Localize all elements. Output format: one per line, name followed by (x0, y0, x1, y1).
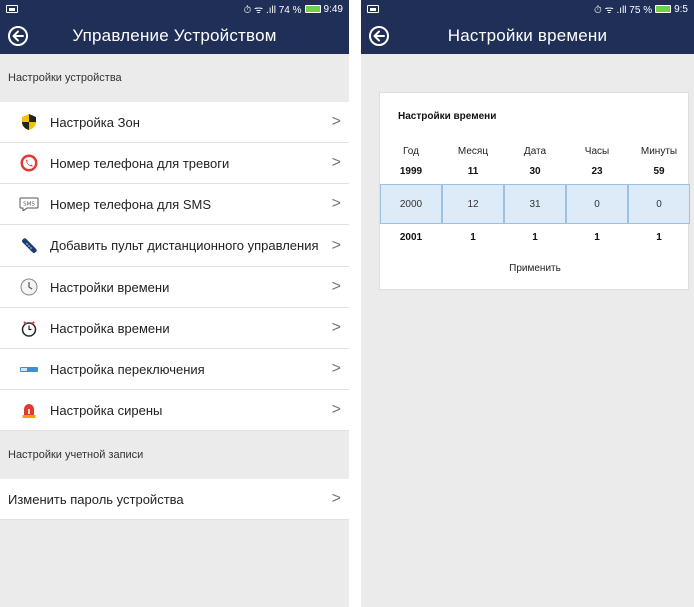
back-arrow-icon (12, 30, 24, 42)
menu-item-label: Настройка сирены (50, 402, 163, 418)
column-header-year: Год (403, 145, 419, 157)
minutes-option[interactable]: 1 (628, 232, 690, 243)
year-selected[interactable]: 2000 (380, 184, 442, 224)
battery-icon (304, 5, 321, 13)
stopwatch-icon (18, 317, 40, 339)
image-notification-icon (367, 5, 379, 13)
title-bar: Настройки времени (361, 18, 694, 54)
menu-item-alarm-phone[interactable]: Номер телефона для тревоги > (0, 143, 349, 184)
status-time: 9:49 (323, 3, 343, 15)
device-settings-list: Настройка Зон > Номер телефона для трево… (0, 102, 349, 431)
chevron-right-icon: > (331, 236, 341, 254)
menu-item-sms-phone[interactable]: SMS Номер телефона для SMS > (0, 184, 349, 225)
menu-item-switch-setup[interactable]: Настройка переключения > (0, 349, 349, 390)
column-header-hours: Часы (584, 145, 610, 157)
time-settings-screen: ⏱ ᯤ .ıll 75 % 9:5 Настройки времени Наст… (361, 0, 694, 607)
page-title: Настройки времени (447, 26, 608, 45)
month-option[interactable]: 1 (442, 232, 504, 243)
chevron-right-icon: > (331, 490, 341, 507)
picker-row-previous: 1999 11 30 23 59 (380, 161, 690, 181)
menu-item-label: Номер телефона для тревоги (50, 155, 230, 171)
column-header-month: Месяц (457, 145, 489, 157)
shield-icon (18, 111, 40, 133)
section-device-settings: Настройки устройства (0, 54, 349, 102)
status-indicators: ⏱ ᯤ .ıll 75 % (594, 5, 653, 16)
menu-item-label: Настройка переключения (50, 361, 205, 377)
menu-item-label: Настройка времени (50, 320, 170, 336)
battery-icon (655, 5, 672, 13)
status-bar: ⏱ ᯤ .ıll 75 % 9:5 (361, 0, 694, 18)
phone-icon (18, 152, 40, 174)
menu-item-add-remote[interactable]: Добавить пульт дистанционного управления… (0, 225, 349, 267)
chevron-right-icon: > (331, 401, 341, 418)
picker-row-next: 2001 1 1 1 1 (380, 227, 690, 247)
chevron-right-icon: > (331, 154, 341, 171)
back-button[interactable] (369, 26, 389, 46)
clock-icon (18, 276, 40, 298)
column-header-date: Дата (523, 145, 547, 157)
time-picker-card: Настройки времени Год Месяц Дата Часы Ми… (379, 92, 690, 290)
status-bar: ⏱ ᯤ .ıll 74 % 9:49 (0, 0, 349, 18)
status-time: 9:5 (674, 3, 688, 15)
switch-icon (18, 358, 40, 380)
menu-item-label: Номер телефона для SMS (50, 196, 211, 212)
menu-item-zones[interactable]: Настройка Зон > (0, 102, 349, 143)
image-notification-icon (6, 5, 18, 13)
chevron-right-icon: > (331, 113, 341, 130)
menu-item-label: Изменить пароль устройства (8, 491, 184, 507)
account-settings-list: Изменить пароль устройства > (0, 479, 349, 520)
remote-icon (18, 235, 40, 257)
date-time-picker: Год Месяц Дата Часы Минуты 1999 11 30 23… (380, 141, 690, 247)
year-option[interactable]: 2001 (380, 232, 442, 243)
status-indicators: ⏱ ᯤ .ıll 74 % (243, 5, 302, 16)
month-selected[interactable]: 12 (442, 184, 504, 224)
siren-icon (18, 399, 40, 421)
svg-text:SMS: SMS (23, 202, 35, 208)
sms-icon: SMS (18, 193, 40, 215)
chevron-right-icon: > (331, 278, 341, 295)
minutes-selected[interactable]: 0 (628, 184, 690, 224)
chevron-right-icon: > (331, 195, 341, 212)
menu-item-time-settings[interactable]: Настройки времени > (0, 267, 349, 308)
date-option[interactable]: 1 (504, 232, 566, 243)
hours-option[interactable]: 23 (566, 166, 628, 177)
page-title: Управление Устройством (72, 26, 277, 45)
menu-item-label: Добавить пульт дистанционного управления (50, 238, 319, 253)
card-title: Настройки времени (398, 111, 497, 122)
picker-column-headers: Год Месяц Дата Часы Минуты (380, 141, 690, 161)
menu-item-change-password[interactable]: Изменить пароль устройства > (0, 479, 349, 520)
minutes-option[interactable]: 59 (628, 166, 690, 177)
picker-row-selected: 2000 12 31 0 0 (380, 184, 690, 224)
back-button[interactable] (8, 26, 28, 46)
menu-item-label: Настройка Зон (50, 114, 140, 130)
hours-selected[interactable]: 0 (566, 184, 628, 224)
device-management-screen: ⏱ ᯤ .ıll 74 % 9:49 Управление Устройство… (0, 0, 349, 607)
menu-item-time-setup[interactable]: Настройка времени > (0, 308, 349, 349)
date-option[interactable]: 30 (504, 166, 566, 177)
column-header-minutes: Минуты (640, 145, 678, 157)
month-option[interactable]: 11 (442, 166, 504, 177)
section-account-settings: Настройки учетной записи (0, 431, 349, 479)
hours-option[interactable]: 1 (566, 232, 628, 243)
back-arrow-icon (373, 30, 385, 42)
apply-button[interactable]: Применить (380, 263, 690, 274)
menu-item-siren-setup[interactable]: Настройка сирены > (0, 390, 349, 431)
chevron-right-icon: > (331, 360, 341, 377)
chevron-right-icon: > (331, 319, 341, 336)
title-bar: Управление Устройством (0, 18, 349, 54)
date-selected[interactable]: 31 (504, 184, 566, 224)
year-option[interactable]: 1999 (380, 166, 442, 177)
menu-item-label: Настройки времени (50, 279, 170, 295)
